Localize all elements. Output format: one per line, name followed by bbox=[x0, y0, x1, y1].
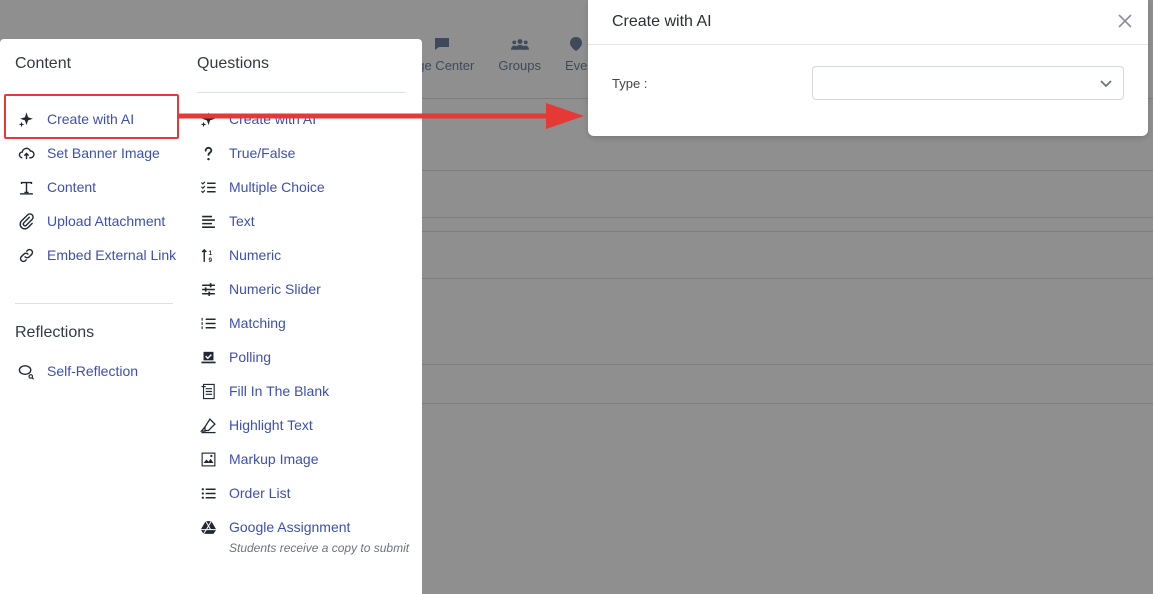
question-markup-image[interactable]: Markup Image bbox=[197, 448, 318, 470]
background-nav: age Center Groups Eve bbox=[410, 36, 611, 86]
content-divider bbox=[15, 303, 173, 304]
item-label: Numeric Slider bbox=[229, 281, 321, 297]
item-label: Content bbox=[47, 179, 97, 195]
divider bbox=[422, 403, 1153, 404]
svg-text:1: 1 bbox=[208, 249, 212, 256]
divider bbox=[422, 364, 1153, 365]
nav-groups[interactable]: Groups bbox=[498, 36, 541, 86]
question-multiple-choice[interactable]: Multiple Choice bbox=[197, 176, 325, 198]
item-label: Embed External Link bbox=[47, 247, 177, 263]
chevron-down-icon bbox=[1100, 80, 1112, 88]
item-label: Numeric bbox=[229, 247, 282, 263]
dialog-title: Create with AI bbox=[612, 13, 712, 30]
text-lines-icon bbox=[197, 210, 219, 232]
item-label: Set Banner Image bbox=[47, 145, 160, 161]
google-assignment-subtext: Students receive a copy to submit bbox=[229, 541, 410, 555]
item-label: Markup Image bbox=[229, 451, 319, 467]
svg-text:9: 9 bbox=[208, 256, 212, 263]
numeric-sort-icon: 19 bbox=[197, 244, 219, 266]
question-text[interactable]: Text bbox=[197, 210, 255, 232]
content-set-banner-image[interactable]: Set Banner Image bbox=[15, 142, 160, 164]
type-label: Type : bbox=[612, 76, 648, 91]
nav-events[interactable]: Eve bbox=[565, 36, 587, 86]
questions-divider bbox=[197, 92, 405, 93]
question-google-assignment[interactable]: Google Assignment bbox=[197, 516, 350, 538]
item-label: Polling bbox=[229, 349, 272, 365]
question-matching[interactable]: Matching bbox=[197, 312, 286, 334]
content-create-with-ai[interactable]: Create with AI bbox=[15, 108, 134, 130]
numbered-list-icon bbox=[197, 312, 219, 334]
event-icon bbox=[567, 36, 585, 52]
divider bbox=[422, 217, 1153, 218]
nav-label: Groups bbox=[498, 58, 541, 73]
link-icon bbox=[15, 244, 37, 266]
divider bbox=[422, 278, 1153, 279]
item-label: Google Assignment bbox=[229, 519, 351, 535]
divider bbox=[422, 170, 1153, 171]
bulleted-list-icon bbox=[197, 482, 219, 504]
questions-heading: Questions bbox=[197, 55, 270, 72]
item-label: Matching bbox=[229, 315, 286, 331]
dialog-divider bbox=[588, 44, 1148, 45]
item-label: Upload Attachment bbox=[47, 213, 166, 229]
text-format-icon bbox=[15, 176, 37, 198]
question-numeric[interactable]: 19 Numeric bbox=[197, 244, 281, 266]
question-numeric-slider[interactable]: Numeric Slider bbox=[197, 278, 321, 300]
item-label: True/False bbox=[229, 145, 296, 161]
nav-label: Eve bbox=[564, 58, 588, 73]
cloud-upload-icon bbox=[15, 142, 37, 164]
reflection-icon bbox=[15, 360, 37, 382]
item-label: Text bbox=[229, 213, 255, 229]
type-select[interactable] bbox=[812, 66, 1124, 100]
form-doc-icon bbox=[197, 380, 219, 402]
item-label: Fill In The Blank bbox=[229, 383, 330, 399]
highlighter-icon bbox=[197, 414, 219, 436]
item-label: Create with AI bbox=[47, 111, 135, 127]
question-polling[interactable]: Polling bbox=[197, 346, 271, 368]
create-with-ai-dialog: Create with AI Type : bbox=[588, 0, 1148, 136]
question-fill-in-the-blank[interactable]: Fill In The Blank bbox=[197, 380, 329, 402]
question-order-list[interactable]: Order List bbox=[197, 482, 290, 504]
question-highlight-text[interactable]: Highlight Text bbox=[197, 414, 313, 436]
close-icon[interactable] bbox=[1116, 12, 1134, 30]
item-label: Self-Reflection bbox=[47, 363, 139, 379]
groups-icon bbox=[510, 36, 529, 52]
reflections-heading: Reflections bbox=[15, 324, 95, 341]
ballot-icon bbox=[197, 346, 219, 368]
divider bbox=[422, 231, 1153, 232]
sparkle-icon bbox=[15, 108, 37, 130]
image-edit-icon bbox=[197, 448, 219, 470]
item-label: Highlight Text bbox=[229, 417, 313, 433]
content-embed-external-link[interactable]: Embed External Link bbox=[15, 244, 176, 266]
reflection-self-reflection[interactable]: Self-Reflection bbox=[15, 360, 138, 382]
question-true-false[interactable]: True/False bbox=[197, 142, 295, 164]
item-label: Order List bbox=[229, 485, 291, 501]
question-mark-icon bbox=[197, 142, 219, 164]
annotation-arrow bbox=[178, 103, 584, 129]
sliders-icon bbox=[197, 278, 219, 300]
checklist-icon bbox=[197, 176, 219, 198]
content-heading: Content bbox=[15, 55, 72, 72]
content-upload-attachment[interactable]: Upload Attachment bbox=[15, 210, 165, 232]
paperclip-icon bbox=[15, 210, 37, 232]
content-content[interactable]: Content bbox=[15, 176, 96, 198]
google-drive-icon bbox=[197, 516, 219, 538]
message-icon bbox=[433, 36, 451, 52]
item-label: Multiple Choice bbox=[229, 179, 325, 195]
